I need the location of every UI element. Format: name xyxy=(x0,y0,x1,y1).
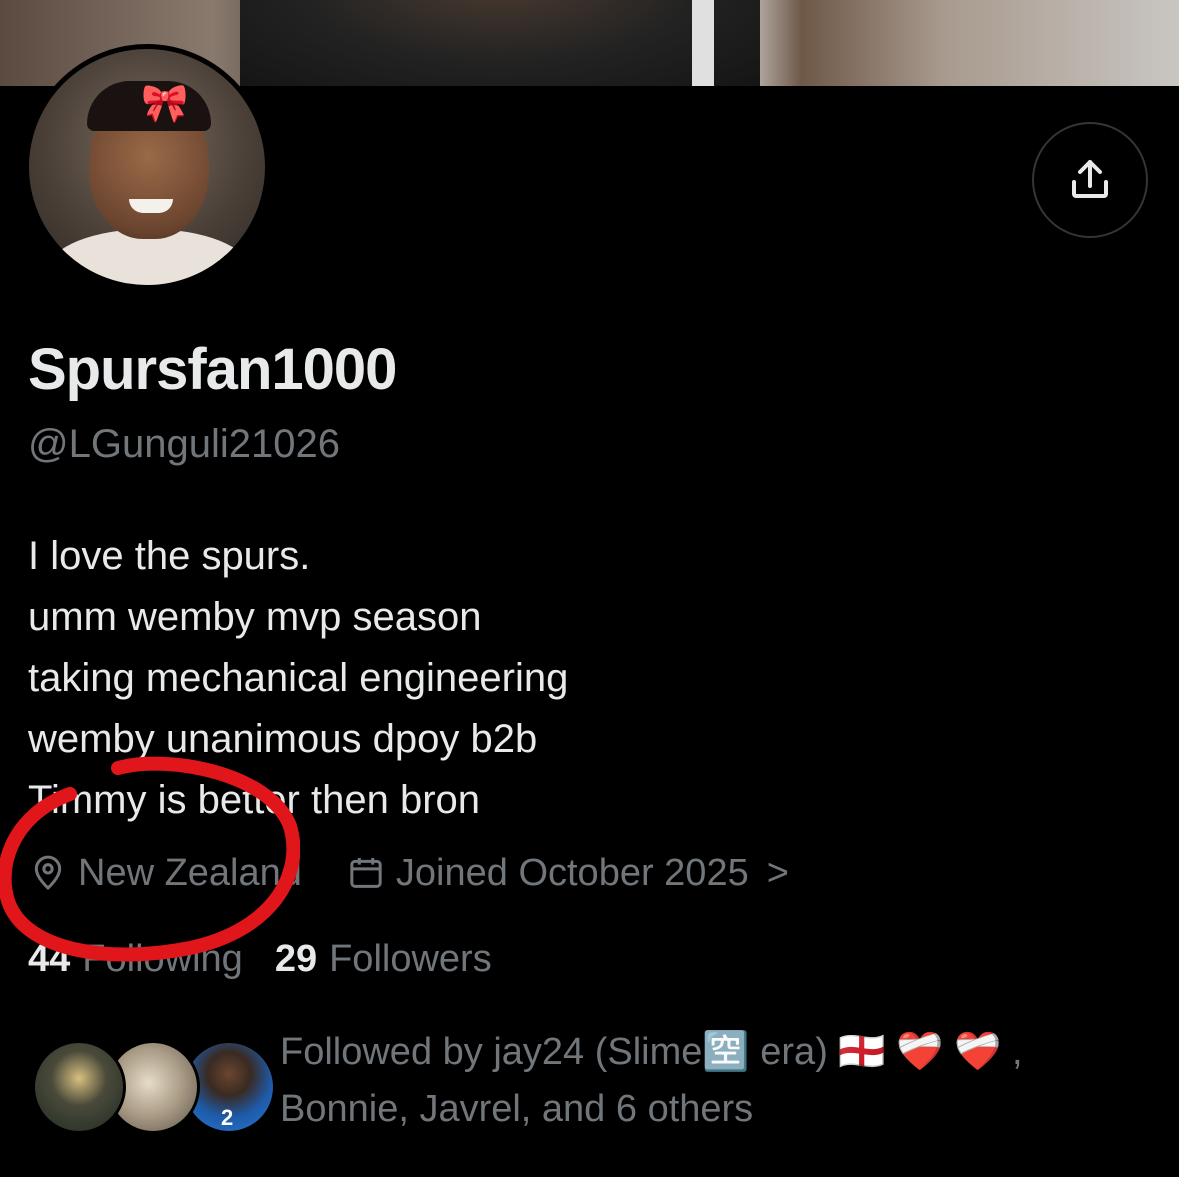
share-button[interactable] xyxy=(1032,122,1148,238)
chevron-right-icon: > xyxy=(766,851,789,894)
followed-by-avatars[interactable]: 2 xyxy=(32,1040,276,1140)
location-pin-icon xyxy=(34,855,62,891)
following-count: 44 xyxy=(28,937,71,980)
user-handle: @LGunguli21026 xyxy=(28,422,340,466)
bio-line: umm wemby mvp season xyxy=(28,595,482,639)
display-name: Spursfan1000 xyxy=(28,337,397,402)
follow-stats: 44 Following 29 Followers xyxy=(28,932,492,986)
followers-label: Followers xyxy=(329,937,492,980)
banner-photo xyxy=(240,0,760,86)
bio-line: I love the spurs. xyxy=(28,534,311,578)
bio-line: Timmy is better then bron xyxy=(28,778,481,822)
jersey-number: 2 xyxy=(221,1105,234,1130)
followed-by-line: Bonnie, Javrel, and 6 others xyxy=(280,1088,754,1130)
joined-date[interactable]: Joined October 2025 > xyxy=(346,852,789,895)
location: New Zealand xyxy=(28,852,302,895)
bio: I love the spurs. umm wemby mvp season t… xyxy=(28,526,568,831)
bow-icon: 🎀 xyxy=(141,83,189,125)
share-icon xyxy=(1072,160,1108,198)
profile-meta: New Zealand Joined October 2025 > xyxy=(28,846,789,900)
bio-line: taking mechanical engineering xyxy=(28,656,569,700)
avatar[interactable]: 🎀 xyxy=(29,49,265,285)
followers-link[interactable]: 29 Followers xyxy=(275,938,492,981)
followers-count: 29 xyxy=(274,937,318,980)
following-link[interactable]: 44 Following xyxy=(28,938,243,981)
banner-jersey-stripe xyxy=(692,0,714,86)
followed-by-text[interactable]: Followed by jay24 (Slime🈳 era) 🏴󠁧󠁢󠁥󠁮󠁧󠁿 ❤… xyxy=(280,1024,1023,1138)
location-text: New Zealand xyxy=(78,851,302,894)
followed-by-line: Followed by jay24 (Slime🈳 era) 🏴󠁧󠁢󠁥󠁮󠁧󠁿 ❤… xyxy=(280,1031,1023,1073)
follower-avatar xyxy=(32,1040,126,1134)
bio-line: wemby unanimous dpoy b2b xyxy=(28,717,538,761)
calendar-icon xyxy=(350,858,382,888)
joined-text: Joined October 2025 xyxy=(395,851,749,894)
following-label: Following xyxy=(82,937,243,980)
